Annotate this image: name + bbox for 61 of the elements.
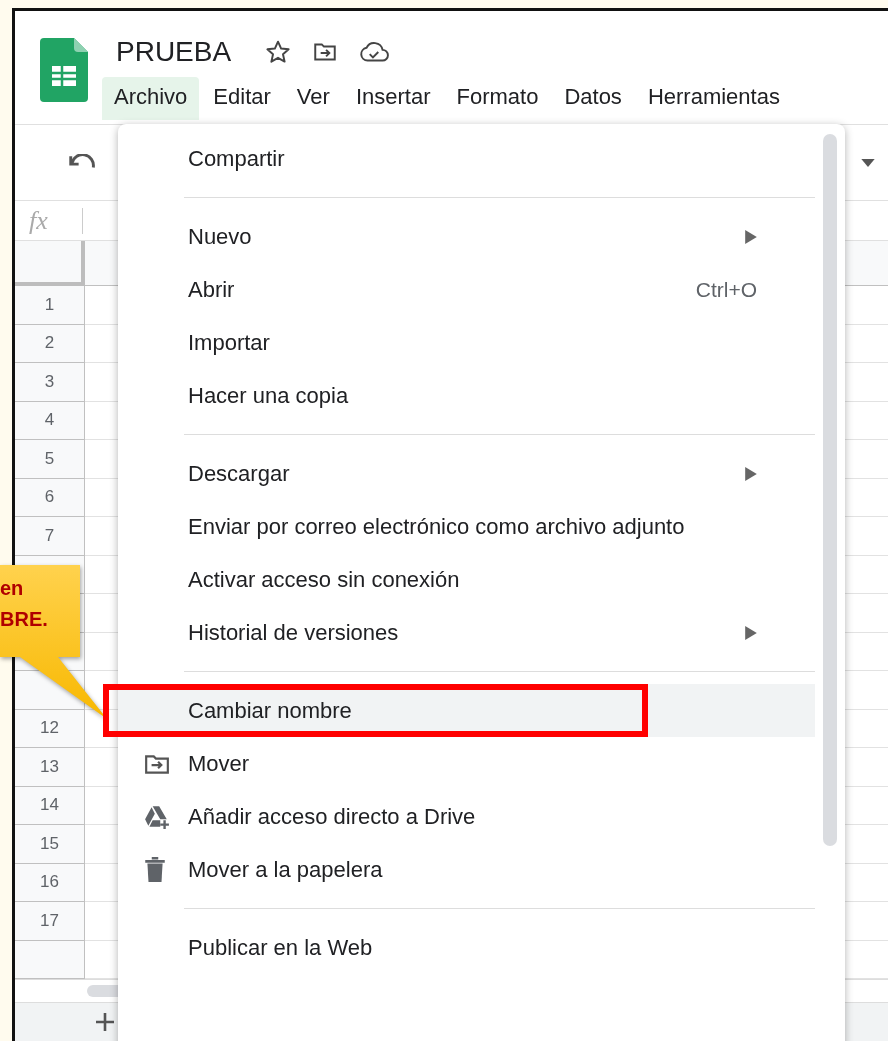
menu-bar-item[interactable]: Editar <box>201 77 283 120</box>
menu-bar-item[interactable]: Formato <box>444 77 551 120</box>
menu-scrollbar[interactable] <box>823 134 837 846</box>
menu-item[interactable]: Hacer una copia <box>118 369 815 422</box>
spreadsheet-logo-icon <box>40 38 88 102</box>
row-header[interactable]: 14 <box>15 786 85 825</box>
menu-item-label: Publicar en la Web <box>188 934 374 961</box>
star-icon[interactable] <box>265 39 292 65</box>
row-header[interactable]: 7 <box>15 517 85 556</box>
row-header[interactable]: 5 <box>15 440 85 479</box>
menu-item-label: Añadir acceso directo a Drive <box>188 803 477 830</box>
menu-item-label: Compartir <box>188 145 286 172</box>
menu-item[interactable]: Añadir acceso directo a Drive <box>118 790 815 843</box>
row-header[interactable]: 17 <box>15 902 85 941</box>
menu-item-label: Historial de versiones <box>188 619 400 646</box>
menu-item-label: Importar <box>188 329 271 356</box>
drive-add-icon <box>144 804 170 829</box>
menu-item-label: Mover <box>188 750 251 777</box>
menu-item[interactable]: Descargar <box>118 447 815 500</box>
menu-item-label: Cambiar nombre <box>188 697 353 724</box>
menu-item-label: Abrir <box>188 276 236 303</box>
row-header[interactable]: 12 <box>15 709 85 748</box>
menu-item-label: Nuevo <box>188 223 253 250</box>
row-header[interactable]: 16 <box>15 863 85 902</box>
menu-item[interactable]: Importar <box>118 316 815 369</box>
menu-item[interactable]: Publicar en la Web <box>118 921 815 974</box>
menu-bar-item[interactable]: Ver <box>284 77 342 120</box>
callout-text: en BRE. <box>0 577 49 631</box>
row-header[interactable]: 15 <box>15 825 85 864</box>
menu-item-label: Activar acceso sin conexión <box>188 566 461 593</box>
corner-cell[interactable] <box>15 241 85 286</box>
menu-bar-item[interactable]: Insertar <box>343 77 443 120</box>
menu-item-label: Hacer una copia <box>188 382 350 409</box>
shortcut-text: Ctrl+O <box>695 277 757 302</box>
row-header[interactable]: 13 <box>15 748 85 787</box>
menu-item-label: Enviar por correo electrónico como archivo adjunto <box>188 513 686 540</box>
row-header[interactable]: 2 <box>15 324 85 363</box>
menu-item[interactable]: Mover a la papelera <box>118 843 815 896</box>
row-header[interactable]: 4 <box>15 401 85 440</box>
menu-item[interactable]: Nuevo <box>118 210 815 263</box>
cloud-check-icon[interactable] <box>359 41 390 63</box>
row-header[interactable]: 3 <box>15 363 85 402</box>
menu-bar-item[interactable]: Datos <box>552 77 634 120</box>
menu-bar-item[interactable]: Herramientas <box>635 77 792 120</box>
document-title[interactable]: PRUEBA <box>116 36 232 68</box>
dropdown-caret-icon[interactable] <box>861 158 875 167</box>
add-icon[interactable] <box>95 1012 115 1032</box>
menu-item[interactable]: Historial de versiones <box>118 606 815 659</box>
move-folder-icon <box>144 752 170 775</box>
menu-item-label: Descargar <box>188 460 291 487</box>
menu-item[interactable]: Mover <box>118 737 815 790</box>
trash-icon <box>144 856 166 883</box>
menu-bar-item[interactable]: Archivo <box>102 77 200 120</box>
formula-label: fx <box>29 205 49 236</box>
row-header[interactable]: 6 <box>15 478 85 517</box>
menu-item[interactable]: Activar acceso sin conexión <box>118 553 815 606</box>
menu-item[interactable]: Abrir Ctrl+O <box>118 263 815 316</box>
menu-item[interactable]: Enviar por correo electrónico como archivo adjunto <box>118 500 815 553</box>
menu-item[interactable]: Compartir <box>118 132 815 185</box>
row-header[interactable]: 1 <box>15 286 85 325</box>
menu-item-label: Mover a la papelera <box>188 856 384 883</box>
